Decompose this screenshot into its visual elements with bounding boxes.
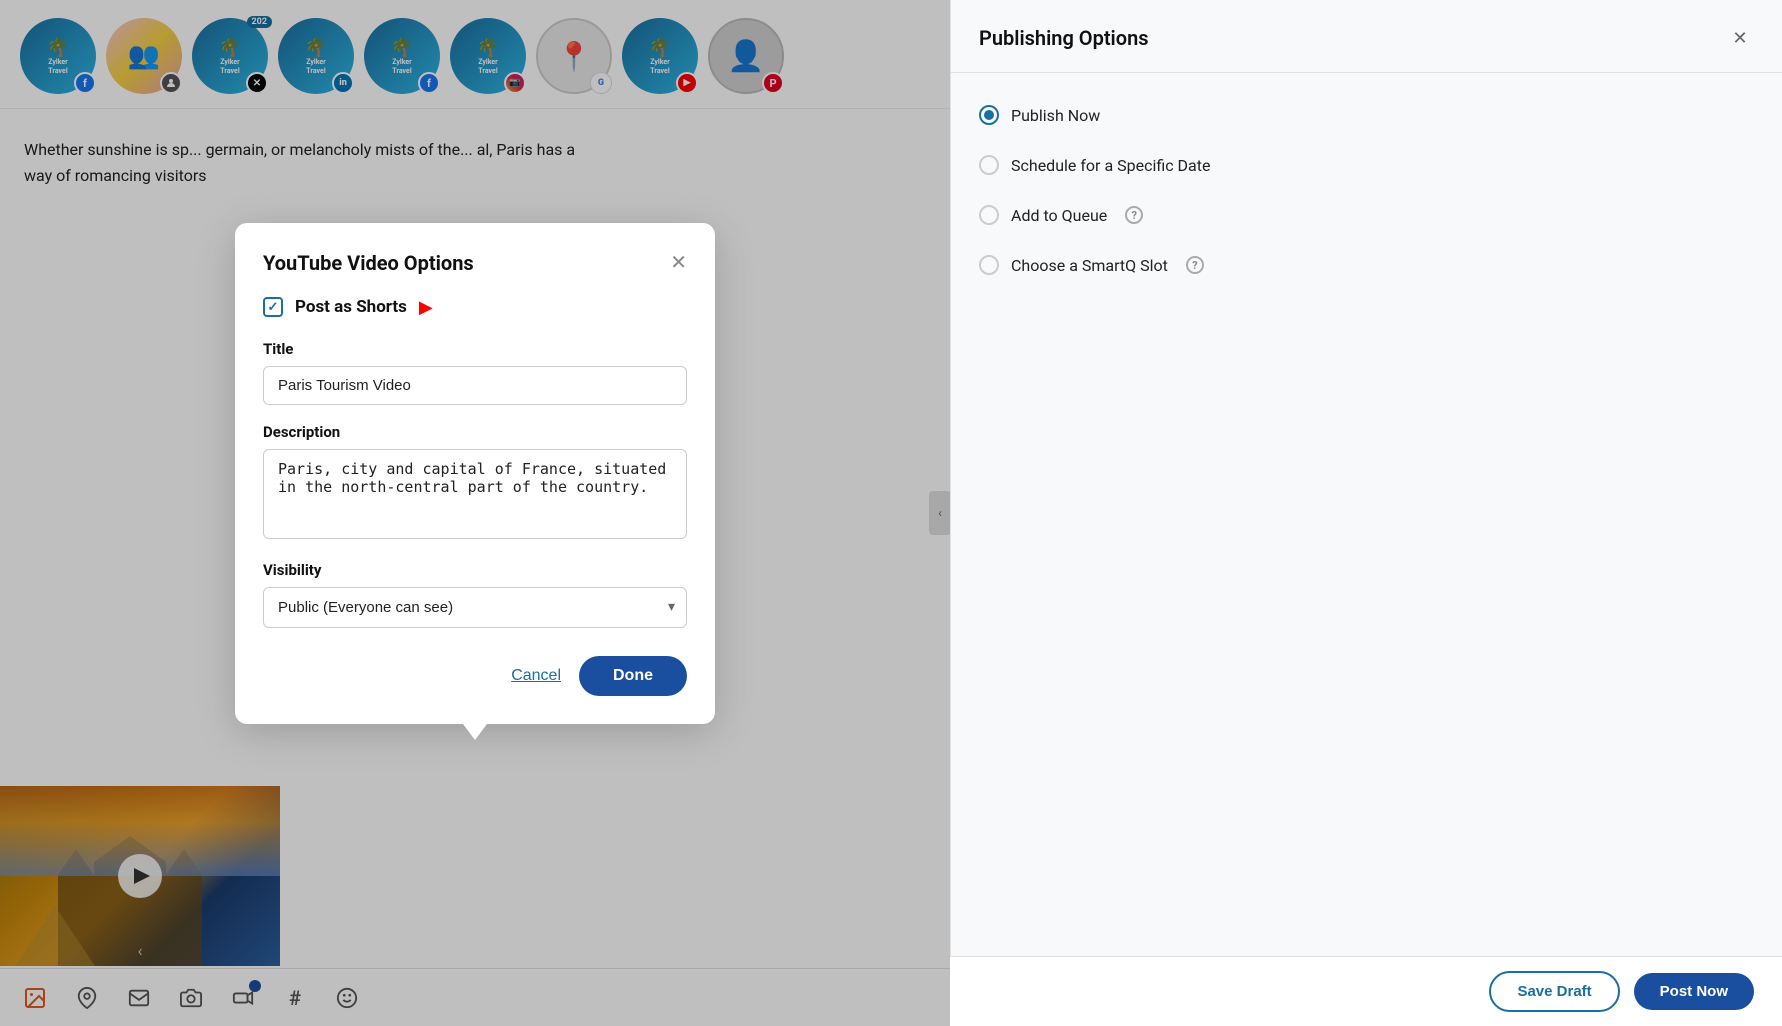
cancel-button[interactable]: Cancel: [511, 667, 561, 685]
queue-label: Add to Queue: [1011, 206, 1107, 225]
publish-now-label: Publish Now: [1011, 106, 1100, 125]
main-area: 🌴 ZylkerTravel f 👥 🌴 ZylkerTravel: [0, 0, 950, 1026]
post-as-shorts-checkbox[interactable]: ✓: [263, 297, 283, 317]
modal-header: YouTube Video Options ✕: [263, 251, 687, 275]
publishing-panel: Publishing Options ✕ Publish Now Schedul…: [950, 0, 1782, 1026]
done-button[interactable]: Done: [579, 656, 687, 696]
save-draft-button[interactable]: Save Draft: [1489, 971, 1619, 1012]
queue-help-icon[interactable]: ?: [1125, 206, 1143, 224]
smartq-radio[interactable]: [979, 255, 999, 275]
schedule-label: Schedule for a Specific Date: [1011, 156, 1210, 175]
description-field-label: Description: [263, 423, 687, 441]
schedule-option[interactable]: Schedule for a Specific Date: [979, 155, 1754, 175]
visibility-select[interactable]: Public (Everyone can see) Unlisted Priva…: [263, 587, 687, 628]
shorts-icon: ▶: [419, 297, 433, 318]
publish-now-radio[interactable]: [979, 105, 999, 125]
panel-close-button[interactable]: ✕: [1726, 24, 1754, 52]
title-field-label: Title: [263, 340, 687, 358]
schedule-radio[interactable]: [979, 155, 999, 175]
modal-close-button[interactable]: ✕: [670, 253, 687, 273]
visibility-select-wrap: Public (Everyone can see) Unlisted Priva…: [263, 587, 687, 628]
youtube-options-modal: YouTube Video Options ✕ ✓ Post as Shorts…: [235, 223, 715, 724]
queue-radio[interactable]: [979, 205, 999, 225]
radio-inner: [984, 110, 994, 120]
checkbox-check-icon: ✓: [268, 300, 279, 315]
modal-footer: Cancel Done: [263, 656, 687, 696]
visibility-field-label: Visibility: [263, 561, 687, 579]
panel-bottom: Save Draft Post Now: [950, 956, 1782, 1026]
panel-title: Publishing Options: [979, 26, 1149, 50]
post-as-shorts-row[interactable]: ✓ Post as Shorts ▶: [263, 297, 687, 318]
modal-tail: [463, 724, 487, 740]
panel-content: Publish Now Schedule for a Specific Date…: [951, 73, 1782, 337]
post-now-button[interactable]: Post Now: [1634, 973, 1754, 1010]
smartq-option[interactable]: Choose a SmartQ Slot ?: [979, 255, 1754, 275]
description-input[interactable]: Paris, city and capital of France, situa…: [263, 449, 687, 539]
panel-header: Publishing Options ✕: [951, 0, 1782, 73]
post-as-shorts-label: Post as Shorts: [295, 297, 407, 317]
publish-now-option[interactable]: Publish Now: [979, 105, 1754, 125]
title-input[interactable]: [263, 366, 687, 405]
smartq-help-icon[interactable]: ?: [1186, 256, 1204, 274]
modal-title: YouTube Video Options: [263, 251, 474, 275]
smartq-label: Choose a SmartQ Slot: [1011, 256, 1168, 275]
queue-option[interactable]: Add to Queue ?: [979, 205, 1754, 225]
modal-overlay: YouTube Video Options ✕ ✓ Post as Shorts…: [0, 0, 950, 1026]
